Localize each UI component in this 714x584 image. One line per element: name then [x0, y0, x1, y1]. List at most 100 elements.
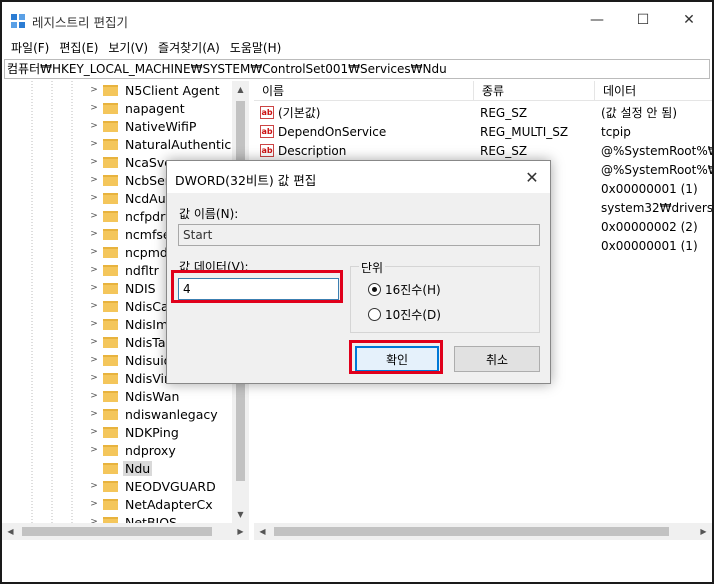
base-group-label: 단위 [359, 259, 386, 276]
column-name[interactable]: 이름 [254, 81, 474, 101]
value-name-field: Start [178, 224, 540, 246]
list-row[interactable]: ab (기본값) REG_SZ (값 설정 안 됨) [254, 103, 712, 122]
menu-file[interactable]: 파일(F) [6, 38, 54, 58]
chevron-right-icon[interactable]: > [89, 373, 99, 383]
dialog-close-button[interactable]: ✕ [519, 165, 545, 189]
tree-item-label: napagent [125, 100, 185, 116]
tree-guide-lines [31, 81, 73, 523]
chevron-right-icon[interactable]: > [89, 103, 99, 113]
value-data: system32₩drivers₩N [601, 200, 712, 215]
tree-item[interactable]: > NativeWifiP [89, 117, 198, 135]
column-type[interactable]: 종류 [474, 81, 595, 101]
chevron-right-icon[interactable]: > [89, 121, 99, 131]
tree-item[interactable]: > ndfltr [89, 261, 161, 279]
list-row[interactable]: ab DependOnService REG_MULTI_SZ tcpip [254, 122, 712, 141]
list-header: 이름 종류 데이터 [254, 81, 712, 101]
window-title: 레지스트리 편집기 [32, 15, 128, 30]
scroll-up-icon[interactable]: ▲ [232, 81, 249, 98]
chevron-right-icon[interactable]: > [89, 265, 99, 275]
tree-item[interactable]: > NDKPing [89, 423, 181, 441]
chevron-right-icon[interactable]: > [89, 175, 99, 185]
value-data-label: 값 데이터(V): [179, 260, 249, 274]
chevron-right-icon[interactable]: > [89, 337, 99, 347]
tree-item-label: NetAdapterCx [125, 496, 213, 512]
tree-item[interactable]: > ndproxy [89, 441, 178, 459]
column-data[interactable]: 데이터 [595, 81, 712, 101]
tree-item[interactable]: > NdisWan [89, 387, 181, 405]
tree-horizontal-scrollbar[interactable]: ◀ ▶ [2, 523, 249, 540]
tree-item-label: NdisWan [125, 388, 180, 404]
chevron-right-icon[interactable]: > [89, 139, 99, 149]
chevron-right-icon[interactable]: > [89, 355, 99, 365]
chevron-right-icon[interactable]: > [89, 499, 99, 509]
chevron-right-icon[interactable]: > [89, 445, 99, 455]
value-type: REG_SZ [480, 105, 528, 120]
folder-icon [103, 444, 118, 456]
tree-item[interactable]: > NcaSvc [89, 153, 173, 171]
value-name: (기본값) [278, 106, 321, 120]
cancel-button[interactable]: 취소 [454, 346, 540, 372]
tree-item-label: Ndu [123, 460, 153, 476]
folder-icon [103, 462, 118, 474]
chevron-right-icon[interactable]: > [89, 85, 99, 95]
tree-item-label: ndproxy [125, 442, 176, 458]
list-horizontal-scrollbar[interactable]: ◀ ▶ [254, 523, 712, 540]
folder-icon [103, 102, 118, 114]
tree-item[interactable]: > NDIS [89, 279, 158, 297]
scroll-right-icon[interactable]: ▶ [232, 523, 249, 540]
address-bar[interactable]: 컴퓨터₩HKEY_LOCAL_MACHINE₩SYSTEM₩ControlSet… [4, 59, 710, 79]
scroll-thumb[interactable] [274, 527, 669, 536]
tree-item[interactable]: > NetBIOS [89, 513, 179, 523]
string-value-icon: ab [260, 106, 274, 119]
chevron-right-icon[interactable]: > [89, 319, 99, 329]
chevron-right-icon[interactable]: > [89, 229, 99, 239]
scroll-right-icon[interactable]: ▶ [695, 523, 712, 540]
status-bar [2, 542, 712, 582]
chevron-right-icon[interactable]: > [89, 427, 99, 437]
ok-button[interactable]: 확인 [355, 346, 439, 372]
folder-icon [103, 408, 118, 420]
tree-item[interactable]: > Ndisuio [89, 351, 173, 369]
menu-help[interactable]: 도움말(H) [225, 38, 287, 58]
value-type: REG_SZ [480, 143, 528, 158]
minimize-button[interactable]: — [574, 2, 620, 38]
scroll-left-icon[interactable]: ◀ [2, 523, 19, 540]
chevron-right-icon[interactable]: > [89, 247, 99, 257]
menu-edit[interactable]: 편집(E) [54, 38, 103, 58]
folder-icon [103, 228, 118, 240]
chevron-right-icon[interactable]: > [89, 283, 99, 293]
radio-dec[interactable]: 10진수(D) [368, 306, 441, 323]
radio-dec-icon[interactable] [368, 308, 381, 321]
chevron-right-icon[interactable]: > [89, 481, 99, 491]
chevron-right-icon[interactable]: > [89, 391, 99, 401]
chevron-right-icon[interactable]: > [89, 409, 99, 419]
string-value-icon: ab [260, 144, 274, 157]
tree-item[interactable]: > NaturalAuthenticatio [89, 135, 248, 153]
chevron-right-icon[interactable]: > [89, 301, 99, 311]
scroll-left-icon[interactable]: ◀ [254, 523, 271, 540]
value-data-input[interactable]: 4 [178, 278, 339, 300]
radio-hex[interactable]: 16진수(H) [368, 281, 441, 298]
tree-item[interactable]: > ncfpdrv [89, 207, 175, 225]
radio-hex-icon[interactable] [368, 283, 381, 296]
value-name-cell: ab (기본값) [254, 104, 474, 121]
tree-item[interactable]: > napagent [89, 99, 187, 117]
folder-icon [103, 354, 118, 366]
menu-favorites[interactable]: 즐겨찾기(A) [153, 38, 225, 58]
menu-view[interactable]: 보기(V) [103, 38, 153, 58]
chevron-right-icon[interactable]: > [89, 193, 99, 203]
tree-item[interactable]: > ndiswanlegacy [89, 405, 220, 423]
scroll-down-icon[interactable]: ▼ [232, 506, 249, 523]
chevron-right-icon[interactable]: > [89, 157, 99, 167]
close-button[interactable]: ✕ [666, 2, 712, 38]
maximize-button[interactable]: ☐ [620, 2, 666, 38]
scroll-thumb[interactable] [22, 527, 212, 536]
list-row[interactable]: ab Description REG_SZ @%SystemRoot%₩sy [254, 141, 712, 160]
chevron-right-icon[interactable]: > [89, 211, 99, 221]
menu-bar: 파일(F) 편집(E) 보기(V) 즐겨찾기(A) 도움말(H) [2, 38, 712, 58]
tree-item[interactable]: > NEODVGUARD [89, 477, 218, 495]
value-data: 0x00000001 (1) [601, 238, 698, 253]
tree-item[interactable]: Ndu [89, 459, 153, 477]
tree-item[interactable]: > NetAdapterCx [89, 495, 215, 513]
tree-item[interactable]: > N5Client Agent [89, 81, 221, 99]
